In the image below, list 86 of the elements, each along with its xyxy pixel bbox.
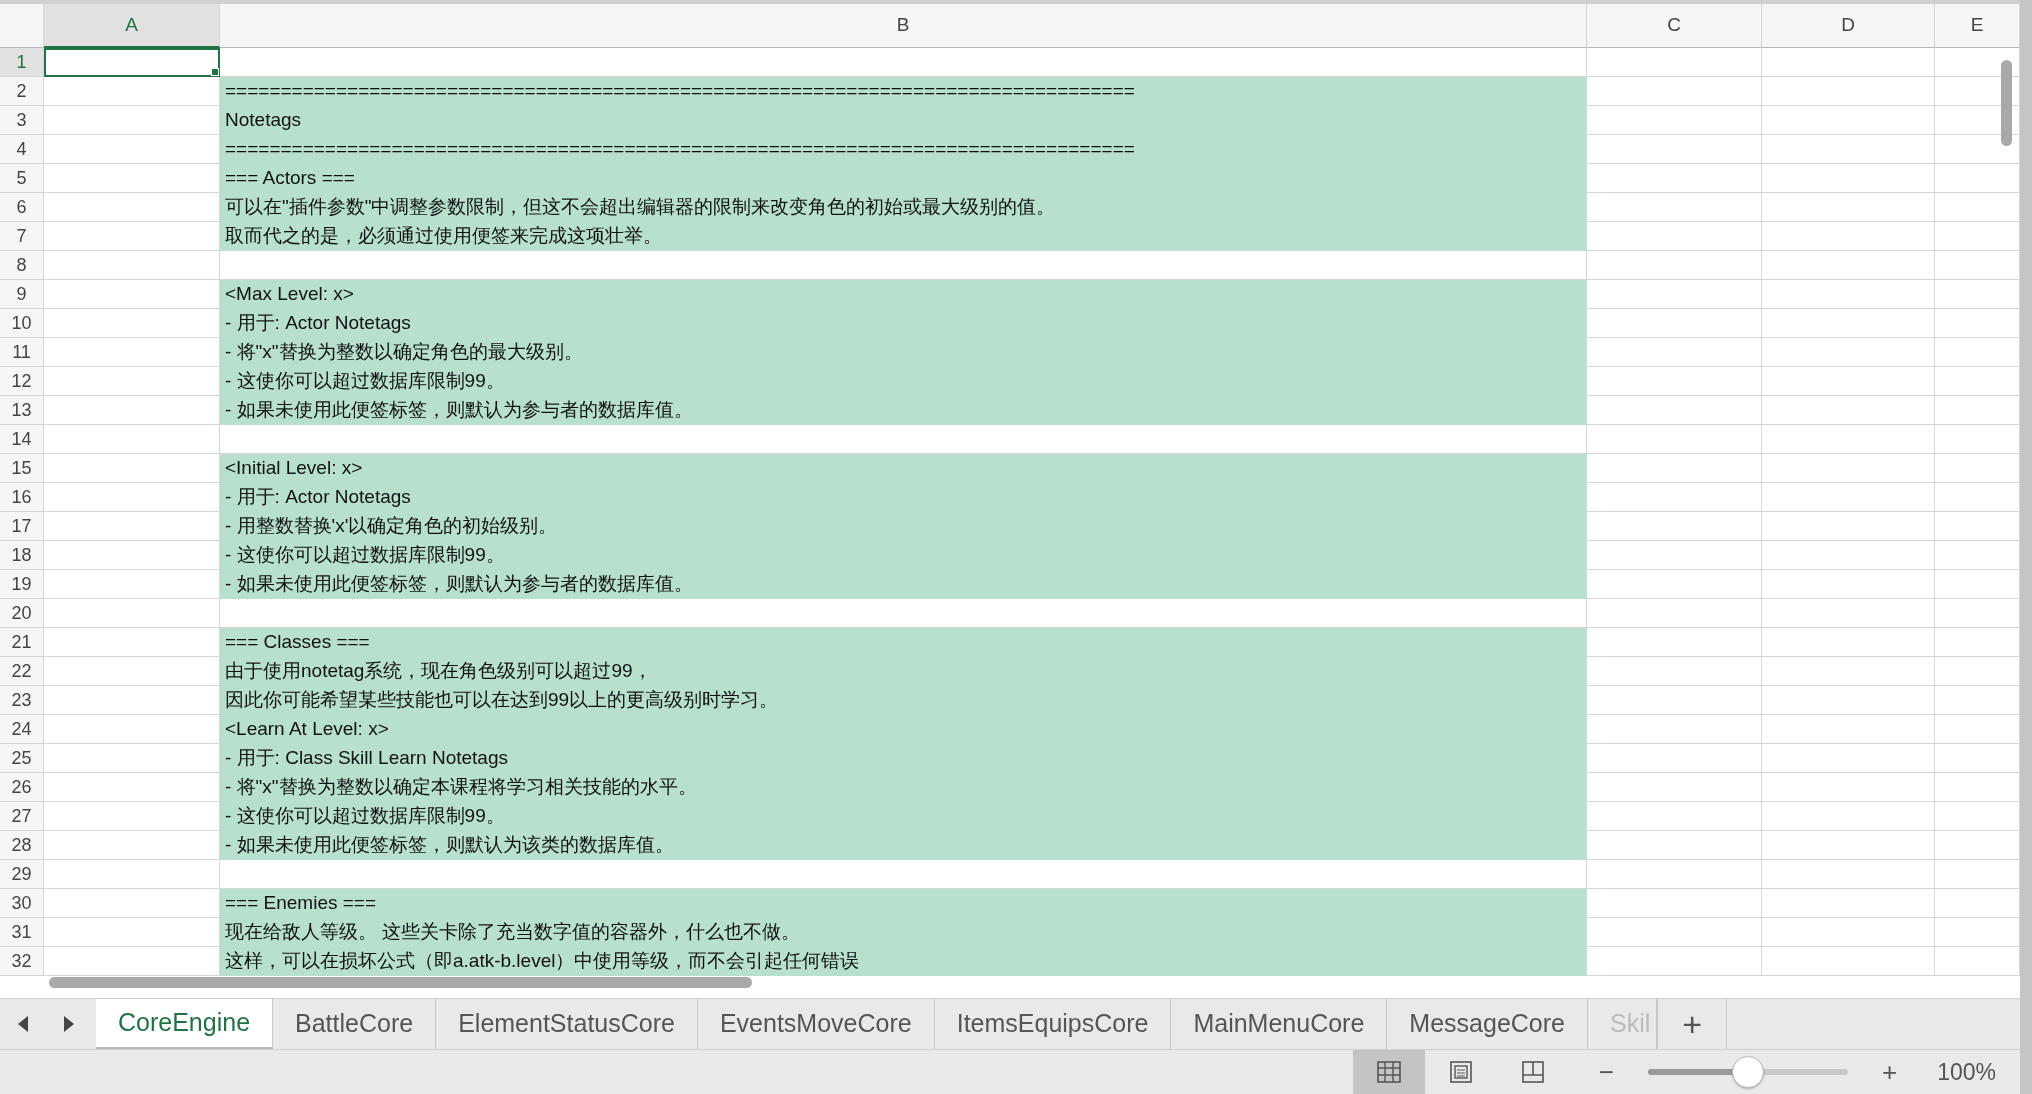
table-cell: 因此你可能希望某些技能也可以在达到99以上的更高级别时学习。 (220, 686, 1587, 715)
column-header[interactable]: E (1935, 4, 2020, 48)
row-number[interactable]: 10 (0, 309, 44, 338)
row-number[interactable]: 32 (0, 947, 44, 976)
row-number[interactable]: 22 (0, 657, 44, 686)
table-cell: - 用于: Actor Notetags (220, 483, 1587, 512)
row-number[interactable]: 7 (0, 222, 44, 251)
table-cell: 现在给敌人等级。 这些关卡除了充当数字值的容器外，什么也不做。 (220, 918, 1587, 947)
table-cell: 由于使用notetag系统，现在角色级别可以超过99， (220, 657, 1587, 686)
row-number[interactable]: 25 (0, 744, 44, 773)
zoom-out-button[interactable]: − (1586, 1059, 1626, 1085)
row-number[interactable]: 19 (0, 570, 44, 599)
active-cell[interactable] (44, 48, 220, 77)
row-number[interactable]: 14 (0, 425, 44, 454)
zoom-slider-thumb[interactable] (1732, 1056, 1764, 1088)
table-cell: === Classes === (220, 628, 1587, 657)
table-cell: - 如果未使用此便签标签，则默认为参与者的数据库值。 (220, 570, 1587, 599)
row-number[interactable]: 9 (0, 280, 44, 309)
row-number[interactable]: 21 (0, 628, 44, 657)
table-cell: - 将"x"替换为整数以确定角色的最大级别。 (220, 338, 1587, 367)
row-number[interactable]: 16 (0, 483, 44, 512)
add-sheet-button[interactable]: + (1657, 999, 1728, 1049)
table-cell: === Enemies === (220, 889, 1587, 918)
page-break-icon (1521, 1061, 1544, 1083)
table-cell: ================================================================================== (220, 77, 1587, 106)
table-cell: 可以在"插件参数"中调整参数限制，但这不会超出编辑器的限制来改变角色的初始或最大级别的值。 (220, 193, 1587, 222)
row-number[interactable]: 3 (0, 106, 44, 135)
row-number[interactable]: 4 (0, 135, 44, 164)
row-number[interactable]: 30 (0, 889, 44, 918)
row-number[interactable]: 6 (0, 193, 44, 222)
row-number[interactable]: 2 (0, 77, 44, 106)
zoom-in-button[interactable]: + (1870, 1059, 1910, 1085)
row-number[interactable]: 8 (0, 251, 44, 280)
table-cell: - 这使你可以超过数据库限制99。 (220, 802, 1587, 831)
left-triangle-icon (16, 1015, 30, 1033)
vertical-scrollbar[interactable] (2001, 60, 2012, 146)
zoom-level-text: 100% (1936, 1057, 1997, 1087)
table-cell: <Initial Level: x> (220, 454, 1587, 483)
table-cell: - 用于: Actor Notetags (220, 309, 1587, 338)
sheet-tab[interactable]: MessageCore (1387, 999, 1588, 1049)
table-cell: <Max Level: x> (220, 280, 1587, 309)
sheet-tab[interactable]: BattleCore (273, 999, 437, 1049)
right-triangle-icon (62, 1015, 76, 1033)
table-cell: - 如果未使用此便签标签，则默认为该类的数据库值。 (220, 831, 1587, 860)
row-number[interactable]: 26 (0, 773, 44, 802)
table-cell: === Actors === (220, 164, 1587, 193)
sheet-tab[interactable]: ElementStatusCore (436, 999, 698, 1049)
table-cell: 这样，可以在损坏公式（即a.atk-b.level）中使用等级，而不会引起任何错误 (220, 947, 1587, 976)
row-number[interactable]: 24 (0, 715, 44, 744)
table-cell: - 这使你可以超过数据库限制99。 (220, 541, 1587, 570)
row-number[interactable]: 15 (0, 454, 44, 483)
row-number[interactable]: 27 (0, 802, 44, 831)
row-number[interactable]: 28 (0, 831, 44, 860)
table-cell: - 将"x"替换为整数以确定本课程将学习相关技能的水平。 (220, 773, 1587, 802)
column-header[interactable]: D (1762, 4, 1935, 48)
column-header[interactable]: C (1587, 4, 1762, 48)
table-cell: <Learn At Level: x> (220, 715, 1587, 744)
row-number[interactable]: 31 (0, 918, 44, 947)
row-number[interactable]: 23 (0, 686, 44, 715)
column-header[interactable]: A (44, 4, 220, 48)
table-cell: - 用整数替换'x'以确定角色的初始级别。 (220, 512, 1587, 541)
row-number[interactable]: 17 (0, 512, 44, 541)
row-number[interactable]: 5 (0, 164, 44, 193)
table-cell: Notetags (220, 106, 1587, 135)
sheet-tab[interactable]: ItemsEquipsCore (934, 999, 1172, 1049)
horizontal-scrollbar[interactable] (49, 977, 752, 988)
sheet-tab[interactable]: EventsMoveCore (697, 999, 935, 1049)
fill-handle[interactable] (211, 68, 219, 76)
column-header[interactable]: B (220, 4, 1587, 48)
table-cell: - 这使你可以超过数据库限制99。 (220, 367, 1587, 396)
page-layout-icon (1449, 1061, 1472, 1083)
view-button[interactable] (1352, 1050, 1425, 1094)
row-number[interactable]: 29 (0, 860, 44, 889)
row-number[interactable]: 13 (0, 396, 44, 425)
table-cell: 取而代之的是，必须通过使用便签来完成这项壮举。 (220, 222, 1587, 251)
table-cell: ================================================================================== (220, 135, 1587, 164)
grid-view-icon (1376, 1061, 1401, 1083)
row-number[interactable]: 18 (0, 541, 44, 570)
table-cell: - 用于: Class Skill Learn Notetags (220, 744, 1587, 773)
row-number[interactable]: 1 (0, 48, 44, 77)
table-cell: - 如果未使用此便签标签，则默认为参与者的数据库值。 (220, 396, 1587, 425)
row-number[interactable]: 12 (0, 367, 44, 396)
sheet-tab[interactable]: CoreEngine (96, 999, 274, 1049)
row-number[interactable]: 20 (0, 599, 44, 628)
row-number[interactable]: 11 (0, 338, 44, 367)
sheet-tab[interactable]: MainMenuCore (1171, 999, 1388, 1049)
